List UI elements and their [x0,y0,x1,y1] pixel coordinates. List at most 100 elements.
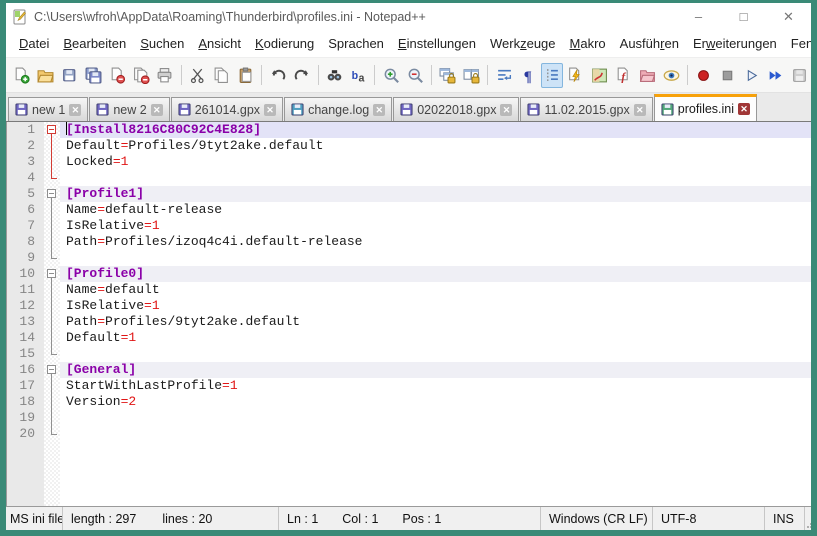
editor-line-17[interactable]: 17StartWithLastProfile=1 [6,378,811,394]
editor-line-18[interactable]: 18Version=2 [6,394,811,410]
editor-line-14[interactable]: 14Default=1 [6,330,811,346]
fold-margin[interactable] [44,362,60,378]
tab-close-icon[interactable]: ✕ [500,104,512,116]
code-text[interactable] [60,250,811,266]
code-text[interactable]: Default=1 [60,330,811,346]
menu-erweiterungen[interactable]: Erweiterungen [686,33,784,54]
find-button[interactable] [324,63,346,88]
fold-margin[interactable] [44,154,60,170]
code-text[interactable]: Default=Profiles/9tyt2ake.default [60,138,811,154]
code-text[interactable]: StartWithLastProfile=1 [60,378,811,394]
editor-empty-area[interactable] [6,442,811,506]
menu-ansicht[interactable]: Ansicht [191,33,248,54]
menu-kodierung[interactable]: Kodierung [248,33,321,54]
undo-button[interactable] [267,63,289,88]
editor-line-10[interactable]: 10[Profile0] [6,266,811,282]
fold-margin[interactable] [44,122,60,138]
resize-grip[interactable] [805,507,817,530]
zoom-out-button[interactable] [404,63,426,88]
fold-margin[interactable] [44,314,60,330]
tab-close-icon[interactable]: ✕ [634,104,646,116]
editor-line-15[interactable]: 15 [6,346,811,362]
record-macro-button[interactable] [693,63,715,88]
tab-11.02.2015.gpx[interactable]: 11.02.2015.gpx ✕ [520,97,652,121]
code-text[interactable]: Path=Profiles/izoq4c4i.default-release [60,234,811,250]
copy-button[interactable] [211,63,233,88]
menu-ausfhren[interactable]: Ausführen [613,33,686,54]
editor-line-9[interactable]: 9 [6,250,811,266]
editor-line-2[interactable]: 2Default=Profiles/9tyt2ake.default [6,138,811,154]
fold-margin[interactable] [44,410,60,426]
fold-margin[interactable] [44,378,60,394]
code-text[interactable]: IsRelative=1 [60,218,811,234]
code-text[interactable]: [General] [60,362,811,378]
code-text[interactable]: [Profile0] [60,266,811,282]
code-text[interactable]: [Install8216C80C92C4E828] [60,122,811,138]
menu-einstellungen[interactable]: Einstellungen [391,33,483,54]
sync-scroll-horizontal-button[interactable] [461,63,483,88]
tab-close-icon[interactable]: ✕ [151,104,163,116]
paste-button[interactable] [234,63,256,88]
fold-margin[interactable] [44,218,60,234]
editor-line-1[interactable]: 1[Install8216C80C92C4E828] [6,122,811,138]
save-button[interactable] [59,63,81,88]
fold-margin[interactable] [44,250,60,266]
editor-line-3[interactable]: 3Locked=1 [6,154,811,170]
fold-collapse-icon[interactable] [47,365,56,374]
fold-margin[interactable] [44,282,60,298]
status-encoding[interactable]: UTF-8 [653,507,765,530]
code-text[interactable]: [Profile1] [60,186,811,202]
tab-new-2[interactable]: new 2 ✕ [89,97,169,121]
tab-close-icon[interactable]: ✕ [738,103,750,115]
play-macro-button[interactable] [741,63,763,88]
editor-line-4[interactable]: 4 [6,170,811,186]
code-text[interactable] [60,410,811,426]
replace-button[interactable]: ba [348,63,370,88]
menu-makro[interactable]: Makro [563,33,613,54]
code-text[interactable] [60,346,811,362]
editor-line-12[interactable]: 12IsRelative=1 [6,298,811,314]
fold-margin[interactable] [44,202,60,218]
menu-werkzeuge[interactable]: Werkzeuge [483,33,563,54]
editor-line-19[interactable]: 19 [6,410,811,426]
fold-margin[interactable] [44,346,60,362]
user-defined-language-button[interactable] [565,63,587,88]
fold-margin[interactable] [44,266,60,282]
editor-line-13[interactable]: 13Path=Profiles/9tyt2ake.default [6,314,811,330]
tab-close-icon[interactable]: ✕ [373,104,385,116]
menu-datei[interactable]: Datei [12,33,56,54]
fold-margin[interactable] [44,138,60,154]
print-button[interactable] [154,63,176,88]
editor-line-7[interactable]: 7IsRelative=1 [6,218,811,234]
editor-line-16[interactable]: 16[General] [6,362,811,378]
save-all-button[interactable] [83,63,105,88]
tab-261014.gpx[interactable]: 261014.gpx ✕ [171,97,283,121]
zoom-in-button[interactable] [380,63,402,88]
stop-macro-button[interactable] [717,63,739,88]
code-text[interactable] [60,426,811,442]
close-button[interactable]: ✕ [766,3,811,30]
fold-margin[interactable] [44,186,60,202]
minimize-button[interactable]: – [676,3,721,30]
tab-close-icon[interactable]: ✕ [69,104,81,116]
code-text[interactable]: Path=Profiles/9tyt2ake.default [60,314,811,330]
folder-as-workspace-button[interactable] [636,63,658,88]
tab-new-1[interactable]: new 1 ✕ [8,97,88,121]
save-macro-button[interactable] [788,63,810,88]
sync-scroll-vertical-button[interactable] [437,63,459,88]
menu-suchen[interactable]: Suchen [133,33,191,54]
function-list-button[interactable]: f [613,63,635,88]
new-file-button[interactable] [11,63,33,88]
fold-margin[interactable] [44,234,60,250]
code-text[interactable]: Locked=1 [60,154,811,170]
run-macro-multiple-button[interactable] [764,63,786,88]
editor-line-5[interactable]: 5[Profile1] [6,186,811,202]
menu-sprachen[interactable]: Sprachen [321,33,391,54]
code-text[interactable]: Name=default-release [60,202,811,218]
fold-collapse-icon[interactable] [47,269,56,278]
indent-guide-button[interactable] [541,63,563,88]
editor-line-11[interactable]: 11Name=default [6,282,811,298]
fold-margin[interactable] [44,426,60,442]
menu-bearbeiten[interactable]: Bearbeiten [56,33,133,54]
tab-profiles.ini[interactable]: profiles.ini ✕ [654,94,757,121]
